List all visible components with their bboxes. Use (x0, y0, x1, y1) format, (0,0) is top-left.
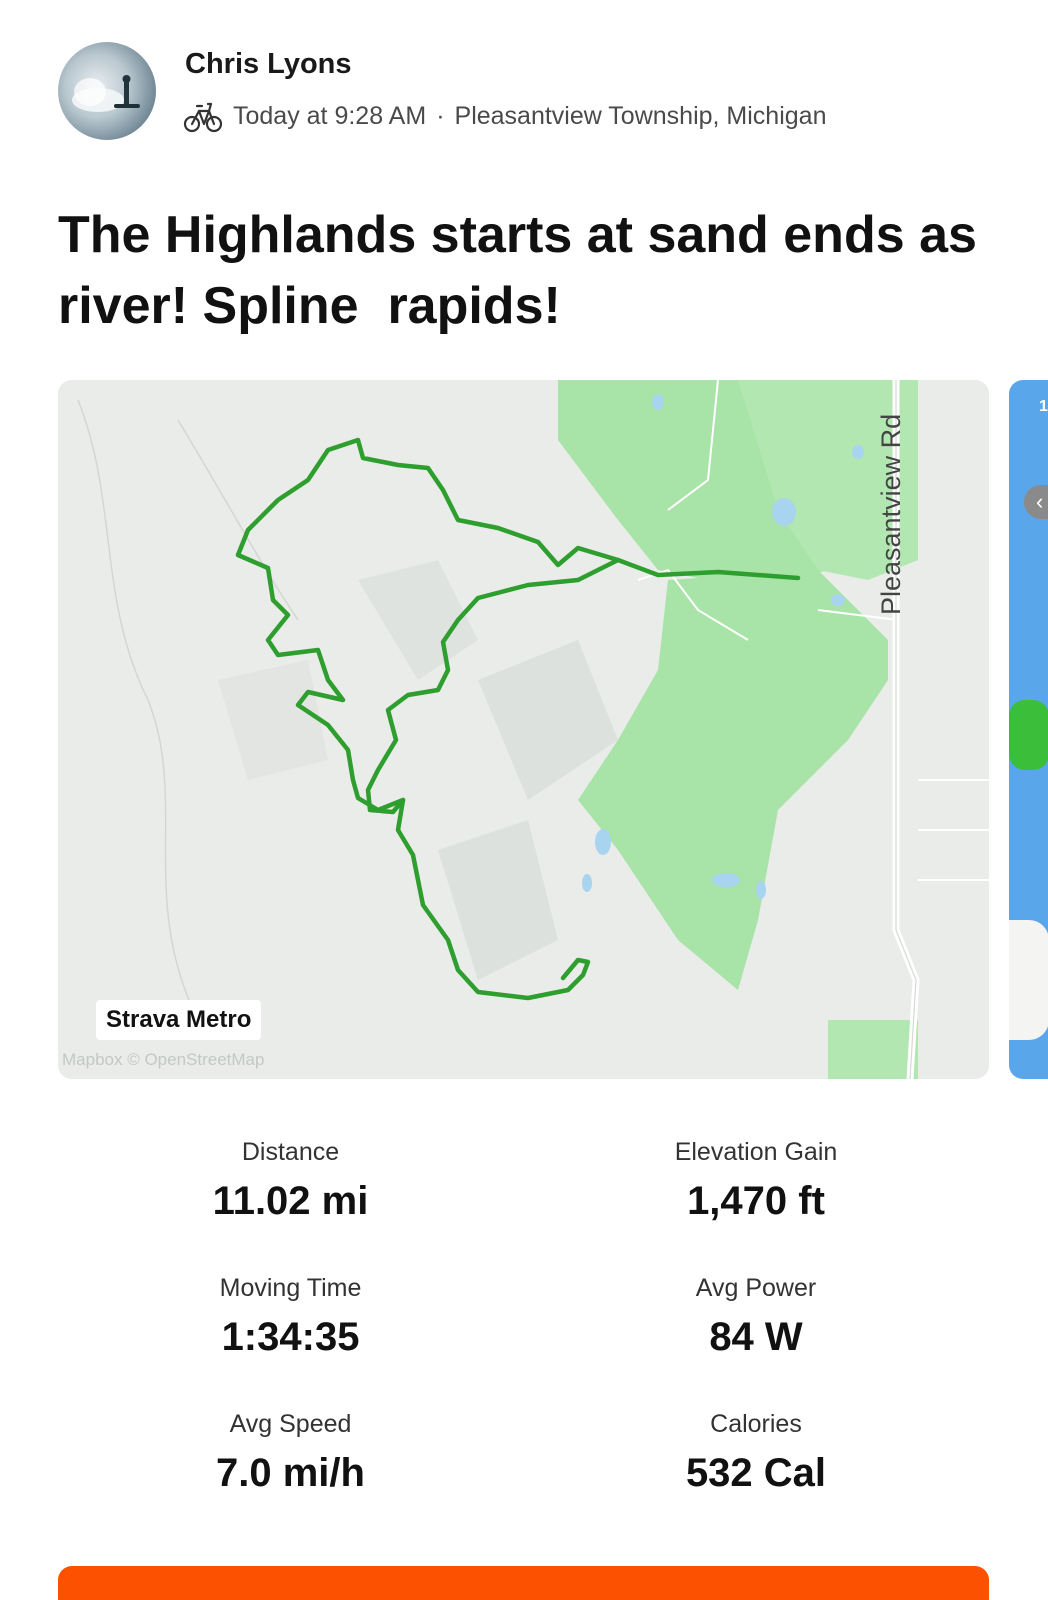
stat-label: Distance (241, 1138, 340, 1166)
athlete-name[interactable]: Chris Lyons (185, 48, 352, 81)
stat-moving-time: Moving Time 1:34:35 (58, 1271, 523, 1407)
stat-label: Avg Power (695, 1274, 817, 1302)
stat-value: 1:34:35 (221, 1315, 360, 1359)
view-analysis-button[interactable]: View Analysis (58, 1566, 989, 1600)
next-map-preview[interactable]: 1 ‹ (1009, 380, 1048, 1079)
stat-value: 1,470 ft (687, 1179, 825, 1223)
map-attribution[interactable]: Mapbox © OpenStreetMap (62, 1050, 264, 1070)
strava-metro-badge: Strava Metro (96, 1000, 262, 1040)
stat-avg-speed: Avg Speed 7.0 mi/h (58, 1407, 523, 1543)
avatar[interactable] (58, 42, 156, 140)
preview-green-area (1009, 700, 1048, 770)
preview-land-area (1009, 920, 1048, 1040)
preview-number: 1 (1039, 398, 1048, 415)
activity-page: Chris Lyons Today at 9:28 AM · Pleasantv… (0, 0, 1048, 1600)
route-map[interactable]: Pleasantview Rd Strava Metro Mapbox © Op… (58, 380, 989, 1079)
stat-distance: Distance 11.02 mi (58, 1135, 523, 1271)
activity-title[interactable]: The Highlands starts at sand ends as riv… (58, 200, 998, 342)
stat-label: Avg Speed (229, 1410, 352, 1438)
stat-elevation-gain: Elevation Gain 1,470 ft (523, 1135, 989, 1271)
bike-icon (183, 98, 223, 134)
stat-calories: Calories 532 Cal (523, 1407, 989, 1543)
stat-value: 7.0 mi/h (216, 1451, 365, 1495)
activity-location: Pleasantview Township, Michigan (454, 101, 827, 130)
map-canvas: Pleasantview Rd (58, 380, 989, 1079)
stat-value: 532 Cal (685, 1451, 827, 1495)
stat-avg-power: Avg Power 84 W (523, 1271, 989, 1407)
meta-separator: · (436, 101, 445, 130)
activity-meta: Today at 9:28 AM · Pleasantview Township… (183, 98, 826, 134)
stat-label: Moving Time (219, 1274, 362, 1302)
road-label: Pleasantview Rd (876, 414, 906, 615)
chevron-left-icon[interactable]: ‹ (1024, 485, 1048, 519)
stat-value: 84 W (709, 1315, 803, 1359)
stat-value: 11.02 mi (212, 1179, 369, 1223)
stat-label: Elevation Gain (674, 1138, 838, 1166)
activity-stats: Distance 11.02 mi Elevation Gain 1,470 f… (58, 1135, 989, 1543)
avatar-photo (72, 75, 140, 112)
activity-timestamp: Today at 9:28 AM (233, 101, 427, 130)
stat-label: Calories (710, 1410, 802, 1438)
